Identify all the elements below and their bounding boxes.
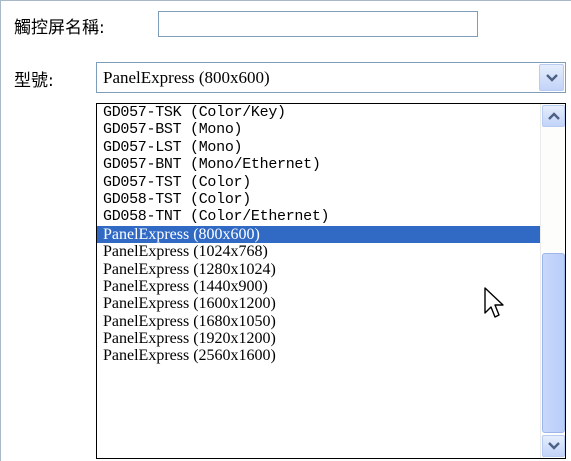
dropdown-option[interactable]: GD057-BST (Mono): [97, 121, 540, 138]
dropdown-option[interactable]: PanelExpress (1920x1200): [97, 330, 540, 347]
model-label: 型號:: [14, 71, 54, 91]
chevron-down-icon: [547, 442, 560, 450]
dropdown-option[interactable]: PanelExpress (1280x1024): [97, 261, 540, 278]
scrollbar-thumb[interactable]: [542, 253, 565, 433]
name-input[interactable]: [158, 11, 478, 37]
mouse-pointer-icon: [484, 287, 504, 318]
dropdown-option[interactable]: PanelExpress (1600x1200): [97, 295, 540, 312]
chevron-down-icon: [545, 73, 558, 82]
scroll-up-button[interactable]: [542, 105, 565, 127]
dropdown-items: GD057-TSK (Color/Key) GD057-BST (Mono) GD0…: [97, 104, 540, 365]
frame-top-border: [0, 0, 571, 1]
dropdown-option[interactable]: PanelExpress (2560x1600): [97, 347, 540, 364]
dropdown-option[interactable]: GD057-BNT (Mono/Ethernet): [97, 156, 540, 173]
chevron-up-icon: [547, 112, 560, 120]
dropdown-arrow-button[interactable]: [539, 64, 564, 91]
scrollbar[interactable]: [540, 104, 565, 458]
scroll-down-button[interactable]: [542, 435, 565, 457]
dropdown-option[interactable]: PanelExpress (1680x1050): [97, 313, 540, 330]
model-select-value: PanelExpress (800x600): [103, 68, 270, 87]
model-dropdown-list[interactable]: GD057-TSK (Color/Key) GD057-BST (Mono) GD0…: [96, 103, 566, 459]
dropdown-option[interactable]: GD057-TST (Color): [97, 174, 540, 191]
dropdown-option[interactable]: GD057-TSK (Color/Key): [97, 104, 540, 121]
model-select[interactable]: PanelExpress (800x600): [96, 62, 566, 93]
name-label: 觸控屏名稱:: [14, 18, 105, 38]
dropdown-option[interactable]: PanelExpress (800x600): [97, 225, 540, 244]
dropdown-option[interactable]: GD057-LST (Mono): [97, 139, 540, 156]
dropdown-option[interactable]: GD058-TST (Color): [97, 191, 540, 208]
dropdown-option[interactable]: PanelExpress (1440x900): [97, 278, 540, 295]
dropdown-option[interactable]: PanelExpress (1024x768): [97, 243, 540, 260]
frame-left-border: [0, 0, 1, 461]
dropdown-option[interactable]: GD058-TNT (Color/Ethernet): [97, 208, 540, 225]
